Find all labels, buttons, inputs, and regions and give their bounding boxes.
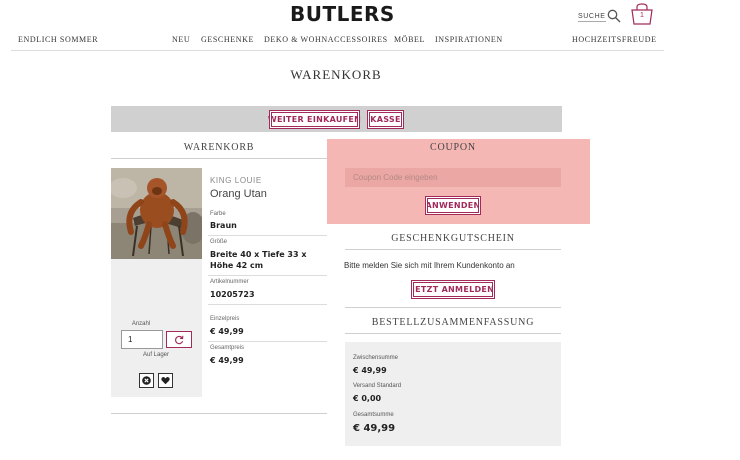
login-button[interactable]: JETZT ANMELDEN: [412, 281, 494, 298]
shipping-label: Versand Standard: [353, 383, 402, 389]
page-title: WARENKORB: [290, 67, 382, 82]
nav-divider: [11, 50, 664, 51]
refresh-icon: [175, 335, 184, 344]
butlers-logo[interactable]: BUTLERS: [290, 2, 394, 26]
unit-price-value: € 49,99: [210, 327, 244, 336]
nav-item-neu[interactable]: NEU: [172, 35, 190, 44]
attribute-divider: [208, 275, 327, 276]
size-label: Größe: [210, 239, 228, 245]
gift-card-login-hint: Bitte melden Sie sich mit Ihrem Kundenko…: [344, 261, 515, 270]
shipping-value: € 0,00: [353, 394, 382, 403]
update-quantity-button[interactable]: [166, 331, 192, 348]
cart-section-title: WARENKORB: [183, 142, 255, 153]
nav-item-moebel[interactable]: MÖBEL: [394, 35, 425, 44]
nav-item-hochzeitsfreude[interactable]: HOCHZEITSFREUDE: [572, 35, 657, 44]
stock-status: Auf Lager: [142, 352, 170, 358]
attribute-divider: [208, 235, 327, 236]
total-price-value: € 49,99: [210, 356, 244, 365]
remove-icon: [142, 376, 151, 385]
color-label: Farbe: [210, 211, 226, 217]
color-value: Braun: [210, 221, 237, 230]
product-name[interactable]: Orang Utan: [210, 188, 267, 200]
subtotal-label: Zwischensumme: [353, 355, 399, 361]
gift-card-title: GESCHENKGUTSCHEIN: [391, 233, 515, 244]
wishlist-button[interactable]: [158, 373, 173, 388]
summary-title-divider: [345, 333, 561, 334]
gift-card-divider: [345, 249, 561, 250]
grand-total-label: Gesamtsumme: [353, 412, 394, 418]
continue-shopping-button[interactable]: WEITER EINKAUFEN: [268, 111, 361, 128]
nav-item-deko[interactable]: DEKO & WOHNACCESSOIRES: [264, 35, 388, 44]
cart-bottom-divider: [111, 413, 327, 414]
unit-price-label: Einzelpreis: [210, 316, 240, 322]
subtotal-value: € 49,99: [353, 366, 387, 375]
order-summary-title: BESTELLZUSAMMENFASSUNG: [371, 317, 535, 328]
product-brand: KING LOUIE: [210, 176, 262, 185]
grand-total-value: € 49,99: [353, 423, 396, 434]
size-value: Breite 40 x Tiefe 33 x Höhe 42 cm: [210, 250, 307, 270]
nav-item-inspirationen[interactable]: INSPIRATIONEN: [435, 35, 503, 44]
sku-label: Artikelnummer: [210, 279, 249, 285]
quantity-input[interactable]: [121, 330, 163, 349]
attribute-divider: [208, 341, 327, 342]
attribute-divider: [208, 304, 327, 305]
sku-value: 10205723: [210, 290, 255, 299]
product-image[interactable]: [111, 168, 202, 259]
coupon-title: COUPON: [430, 142, 476, 153]
nav-item-geschenke[interactable]: GESCHENKE: [201, 35, 254, 44]
remove-item-button[interactable]: [139, 373, 154, 388]
cart-title-divider: [111, 158, 327, 159]
nav-item-endlich-sommer[interactable]: ENDLICH SOMMER: [18, 35, 98, 44]
checkout-button[interactable]: KASSE: [368, 111, 403, 128]
quantity-label: Anzahl: [131, 321, 151, 327]
search-label[interactable]: SUCHE: [578, 13, 606, 22]
summary-top-divider: [345, 307, 561, 308]
apply-coupon-button[interactable]: ANWENDEN: [425, 197, 480, 214]
search-icon[interactable]: [607, 9, 621, 23]
heart-icon: [161, 377, 170, 385]
coupon-code-input[interactable]: [345, 168, 561, 187]
total-price-label: Gesamtpreis: [210, 345, 245, 351]
cart-count-badge: 1: [640, 12, 644, 19]
